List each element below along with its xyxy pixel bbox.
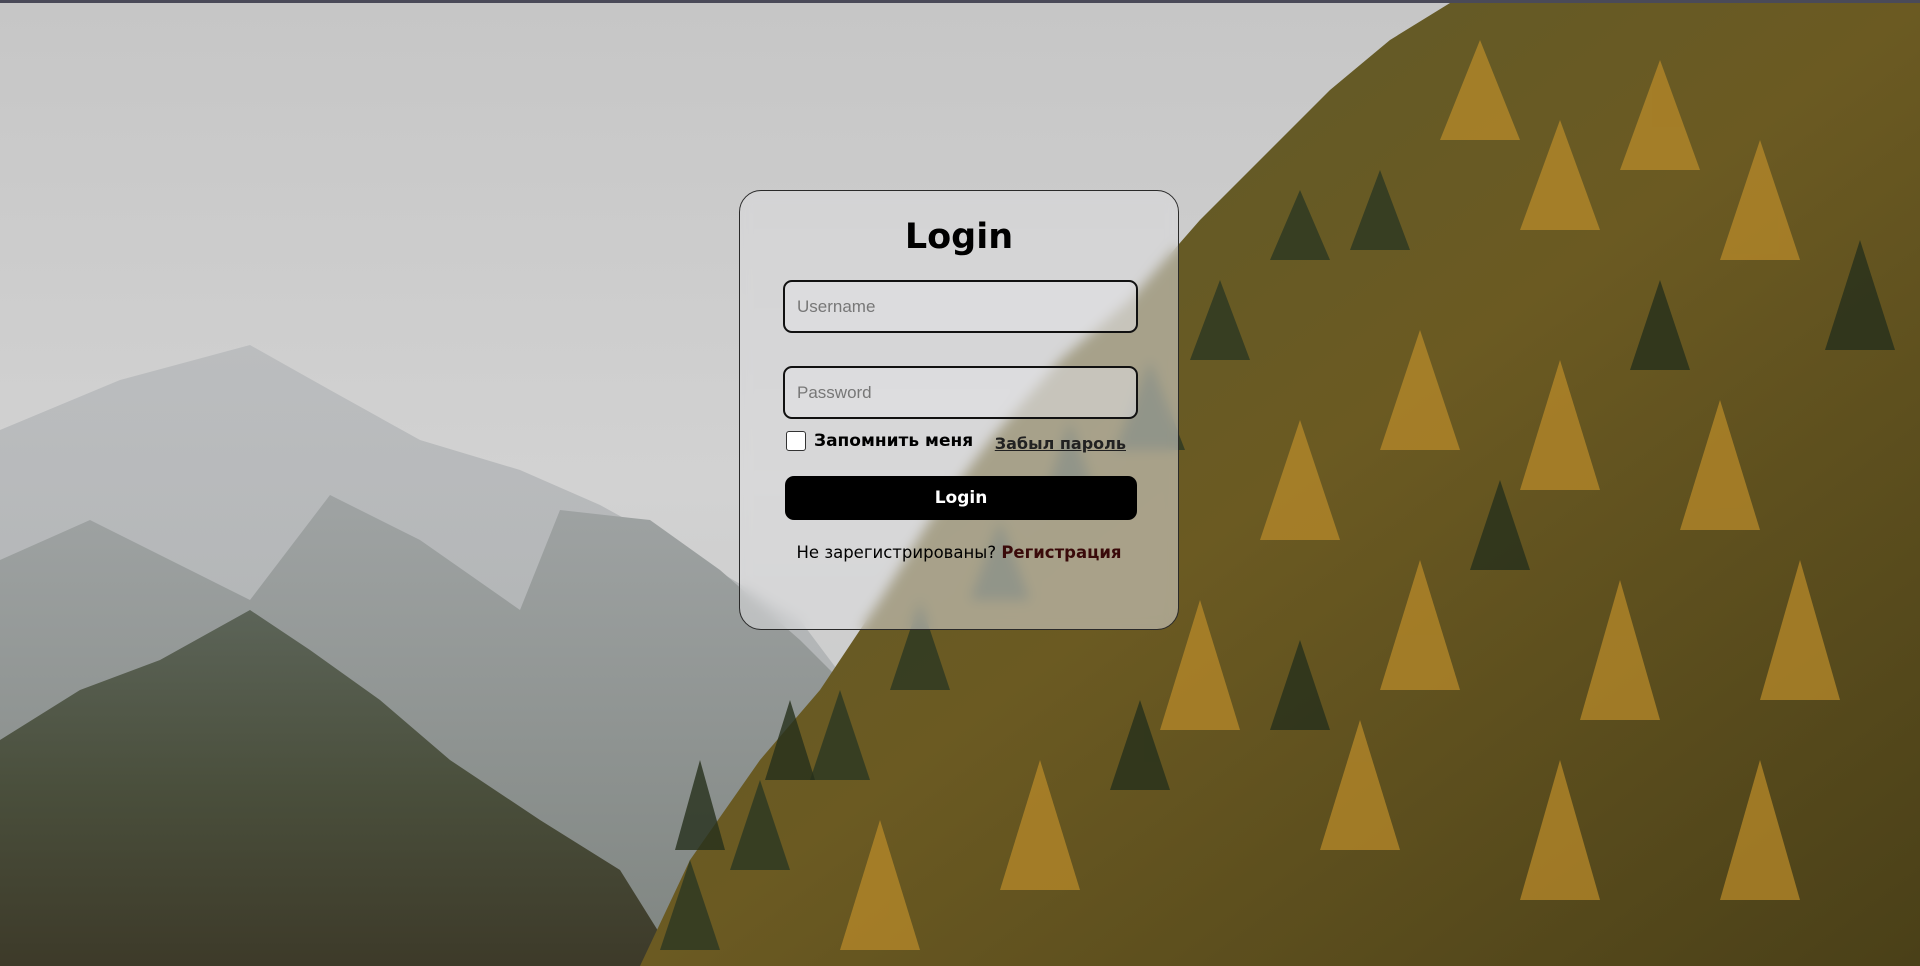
remember-me-row: Запомнить меня bbox=[786, 431, 973, 451]
remember-me-checkbox[interactable] bbox=[786, 431, 806, 451]
remember-me-label[interactable]: Запомнить меня bbox=[814, 431, 973, 451]
register-prompt-line: Не зарегистрированы? Регистрация bbox=[740, 543, 1178, 562]
window-top-edge bbox=[0, 0, 1920, 3]
login-button[interactable]: Login bbox=[785, 476, 1137, 520]
username-input[interactable] bbox=[783, 280, 1138, 333]
login-card: Login Запомнить меня Забыл пароль Login … bbox=[739, 190, 1179, 630]
register-prompt-text: Не зарегистрированы? bbox=[796, 543, 997, 562]
register-link[interactable]: Регистрация bbox=[1001, 543, 1121, 562]
login-title: Login bbox=[904, 217, 1014, 257]
forgot-password-link[interactable]: Забыл пароль bbox=[995, 434, 1126, 453]
password-input[interactable] bbox=[783, 366, 1138, 419]
